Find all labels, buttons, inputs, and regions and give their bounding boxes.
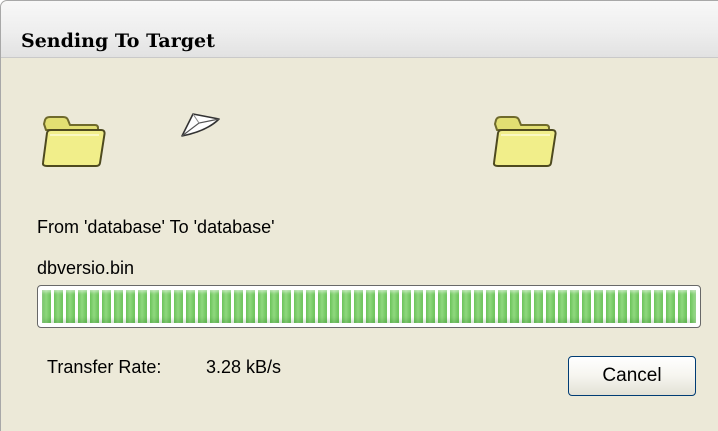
progress-bar bbox=[37, 285, 701, 328]
current-filename: dbversio.bin bbox=[37, 258, 135, 278]
transfer-dialog: Sending To Target From 'database' To 'da… bbox=[0, 0, 718, 431]
dialog-title: Sending To Target bbox=[21, 30, 215, 52]
transfer-rate-label: Transfer Rate: bbox=[47, 357, 162, 377]
cancel-button[interactable]: Cancel bbox=[568, 356, 696, 396]
transfer-rate-value: 3.28 kB/s bbox=[206, 357, 282, 377]
progress-fill bbox=[42, 290, 696, 323]
destination-folder-icon bbox=[492, 116, 557, 167]
transfer-route-text: From 'database' To 'database' bbox=[37, 217, 275, 237]
flying-paper-icon bbox=[181, 113, 220, 137]
source-folder-icon bbox=[41, 116, 106, 167]
title-bar[interactable]: Sending To Target bbox=[1, 1, 718, 58]
